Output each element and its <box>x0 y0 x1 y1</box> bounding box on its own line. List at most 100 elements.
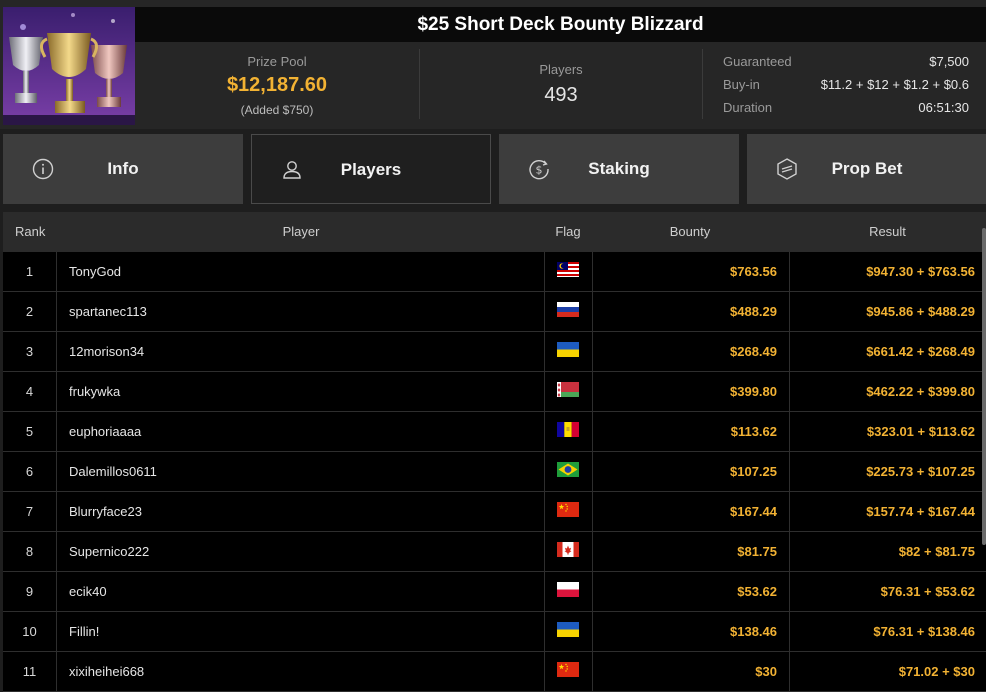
tab-info[interactable]: Info <box>3 134 243 204</box>
tournament-title: $25 Short Deck Bounty Blizzard <box>417 13 704 35</box>
column-header-player[interactable]: Player <box>3 212 599 252</box>
column-divider <box>56 492 57 532</box>
flag-cell <box>544 292 592 332</box>
tournament-title-bar: $25 Short Deck Bounty Blizzard <box>135 7 986 42</box>
player-name-cell[interactable]: spartanec113 <box>69 292 539 332</box>
country-flag-icon <box>557 662 579 677</box>
result-cell: $76.31 + $53.62 <box>880 584 975 599</box>
players-count-label: Players <box>539 62 583 77</box>
result-cell: $71.02 + $30 <box>898 664 975 679</box>
bounty-cell: $167.44 <box>730 504 777 519</box>
rank-cell: 3 <box>25 344 34 359</box>
table-row[interactable]: 4 frukywka $399.80 $462.22 + $399.80 <box>3 372 986 412</box>
column-divider <box>56 572 57 612</box>
flag-cell <box>544 452 592 492</box>
prize-pool-value: $12,187.60 <box>226 74 328 96</box>
column-divider <box>56 652 57 692</box>
column-divider <box>56 452 57 492</box>
bounty-cell: $113.62 <box>730 424 777 439</box>
bounty-cell: $399.80 <box>730 384 777 399</box>
country-flag-icon <box>557 502 579 517</box>
stat-value: $7,500 <box>929 54 969 69</box>
table-row[interactable]: 7 Blurryface23 $167.44 $157.74 + $167.44 <box>3 492 986 532</box>
flag-cell <box>544 612 592 652</box>
country-flag-icon <box>557 582 579 597</box>
column-divider <box>56 332 57 372</box>
player-name-cell[interactable]: Dalemillos0611 <box>69 452 539 492</box>
divider <box>702 49 703 119</box>
country-flag-icon <box>557 342 579 357</box>
stat-value: 06:51:30 <box>918 100 969 115</box>
bounty-cell: $30 <box>755 664 777 679</box>
flag-cell <box>544 532 592 572</box>
rank-cell: 5 <box>25 424 34 439</box>
rank-cell: 10 <box>22 624 37 639</box>
result-cell: $323.01 + $113.62 <box>866 424 975 439</box>
bounty-cell: $138.46 <box>730 624 777 639</box>
table-row[interactable]: 6 Dalemillos0611 $107.25 $225.73 + $107.25 <box>3 452 986 492</box>
player-name-cell[interactable]: Blurryface23 <box>69 492 539 532</box>
country-flag-icon <box>557 262 579 277</box>
tournament-header: $25 Short Deck Bounty Blizzard Prize Poo… <box>0 0 986 129</box>
player-name-cell[interactable]: euphoriaaaa <box>69 412 539 452</box>
stat-label: Duration <box>723 100 773 115</box>
player-name-cell[interactable]: xixiheihei668 <box>69 652 539 692</box>
result-cell: $661.42 + $268.49 <box>866 344 975 359</box>
country-flag-icon <box>557 302 579 317</box>
tab-label: Prop Bet <box>831 159 903 178</box>
table-row[interactable]: 1 TonyGod $763.56 $947.30 + $763.56 <box>3 252 986 292</box>
column-header-result[interactable]: Result <box>789 212 986 252</box>
player-name-cell[interactable]: TonyGod <box>69 252 539 292</box>
column-divider <box>56 412 57 452</box>
tab-staking[interactable]: $ Staking <box>499 134 739 204</box>
tab-label: Info <box>107 159 139 178</box>
country-flag-icon <box>557 622 579 637</box>
table-row[interactable]: 9 ecik40 $53.62 $76.31 + $53.62 <box>3 572 986 612</box>
prize-pool-label: Prize Pool <box>247 54 307 69</box>
table-header: Rank Player Flag Bounty Result <box>3 212 986 252</box>
rank-cell: 1 <box>25 264 34 279</box>
player-name-cell[interactable]: 12morison34 <box>69 332 539 372</box>
result-cell: $225.73 + $107.25 <box>866 464 975 479</box>
prize-pool-section: Prize Pool $12,187.60 (Added $750) <box>135 42 419 125</box>
stat-label: Buy-in <box>723 77 760 92</box>
tab-label: Players <box>340 160 402 179</box>
column-divider <box>56 292 57 332</box>
result-cell: $945.86 + $488.29 <box>866 304 975 319</box>
table-row[interactable]: 2 spartanec113 $488.29 $945.86 + $488.29 <box>3 292 986 332</box>
bounty-cell: $488.29 <box>730 304 777 319</box>
result-cell: $76.31 + $138.46 <box>873 624 975 639</box>
bounty-cell: $268.49 <box>730 344 777 359</box>
column-header-bounty[interactable]: Bounty <box>592 212 788 252</box>
players-count-value: 493 <box>544 84 578 106</box>
country-flag-icon <box>557 422 579 437</box>
player-name-cell[interactable]: ecik40 <box>69 572 539 612</box>
table-body: 1 TonyGod $763.56 $947.30 + $763.56 2 spartan… <box>3 252 986 692</box>
table-row[interactable]: 10 Fillin! $138.46 $76.31 + $138.46 <box>3 612 986 652</box>
column-divider <box>56 532 57 572</box>
player-name-cell[interactable]: Supernico222 <box>69 532 539 572</box>
trophy-image <box>3 7 135 125</box>
tab-prop-bet[interactable]: Prop Bet <box>747 134 986 204</box>
player-name-cell[interactable]: frukywka <box>69 372 539 412</box>
players-table: Rank Player Flag Bounty Result 1 TonyGod $… <box>3 212 986 692</box>
tab-bar: Info Players $ Staking Prop Bet <box>0 129 986 208</box>
table-row[interactable]: 3 12morison34 $268.49 $661.42 + $268.49 <box>3 332 986 372</box>
table-scrollbar[interactable] <box>982 228 986 545</box>
rank-cell: 6 <box>25 464 34 479</box>
country-flag-icon <box>557 382 579 397</box>
flag-cell <box>544 492 592 532</box>
bounty-cell: $763.56 <box>730 264 777 279</box>
player-name-cell[interactable]: Fillin! <box>69 612 539 652</box>
result-cell: $947.30 + $763.56 <box>866 264 975 279</box>
tab-label: Staking <box>588 159 650 178</box>
rank-cell: 9 <box>25 584 34 599</box>
column-header-flag[interactable]: Flag <box>544 212 592 252</box>
flag-cell <box>544 572 592 612</box>
table-row[interactable]: 8 Supernico222 $81.75 $82 + $81.75 <box>3 532 986 572</box>
tab-players[interactable]: Players <box>251 134 491 204</box>
table-row[interactable]: 5 euphoriaaaa $113.62 $323.01 + $113.62 <box>3 412 986 452</box>
table-row[interactable]: 11 xixiheihei668 $30 $71.02 + $30 <box>3 652 986 692</box>
rank-cell: 4 <box>25 384 34 399</box>
result-cell: $462.22 + $399.80 <box>866 384 975 399</box>
